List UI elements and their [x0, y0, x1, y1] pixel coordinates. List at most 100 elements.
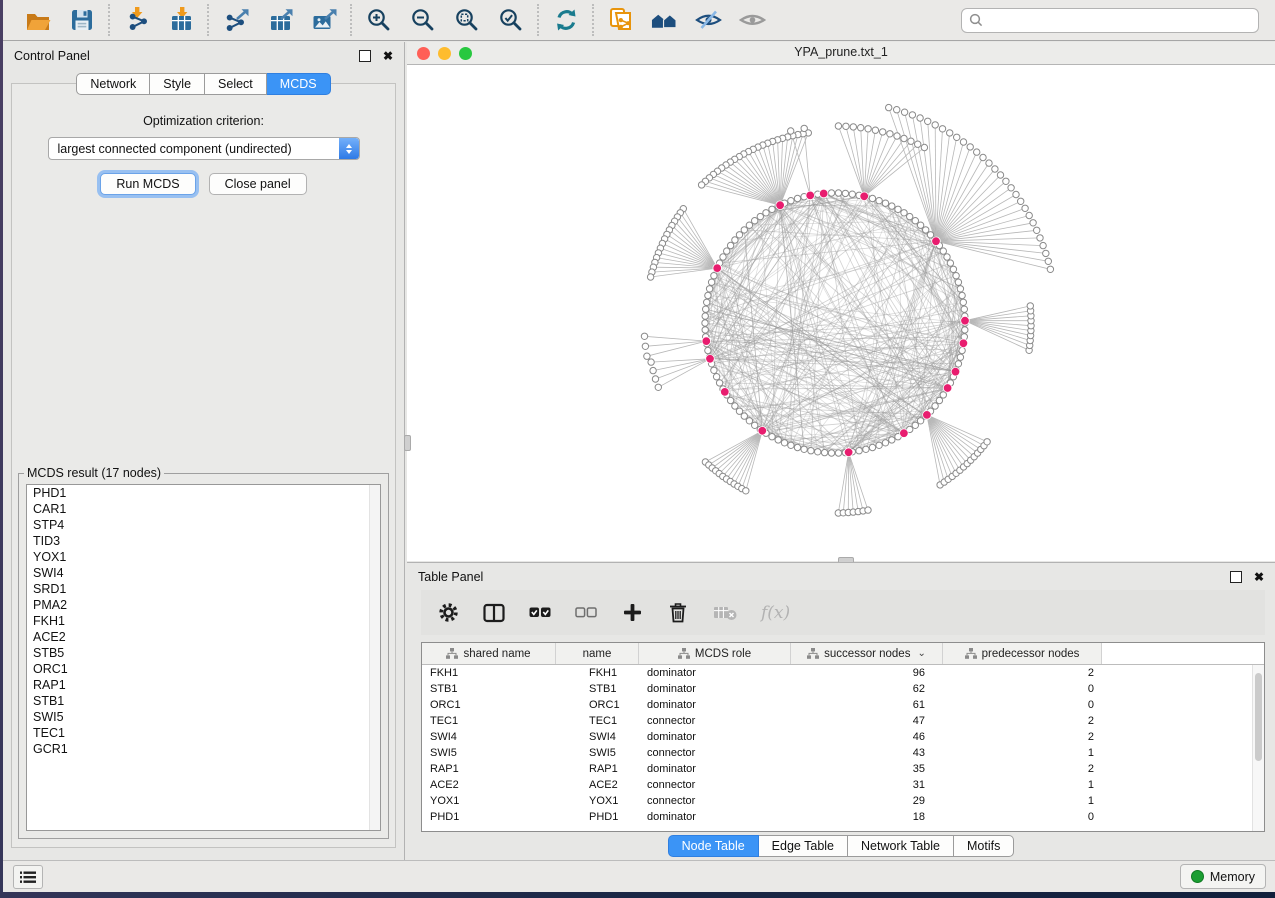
optimization-criterion-dropdown[interactable]: largest connected component (undirected)	[48, 137, 360, 160]
deselect-all-button[interactable]	[575, 601, 597, 625]
task-history-button[interactable]	[13, 865, 43, 889]
table-cell: 29	[791, 795, 943, 807]
close-table-panel-icon[interactable]: ✖	[1254, 572, 1264, 582]
search-input[interactable]	[988, 12, 1251, 28]
table-row[interactable]: PHD1PHD1dominator180	[422, 809, 1264, 825]
hide-selected-button[interactable]	[695, 7, 722, 34]
table-row[interactable]: FKH1FKH1dominator962	[422, 665, 1264, 681]
column-header[interactable]: MCDS role	[639, 643, 791, 664]
mcds-result-node[interactable]: SRD1	[27, 581, 380, 597]
import-table-button[interactable]	[167, 7, 194, 34]
export-network-icon	[223, 7, 249, 33]
search-box[interactable]	[961, 8, 1259, 33]
dropdown-selected-value: largest connected component (undirected)	[49, 142, 339, 156]
tab-edge-table[interactable]: Edge Table	[759, 835, 848, 857]
mcds-result-node[interactable]: ACE2	[27, 629, 380, 645]
network-graph[interactable]	[407, 65, 1275, 561]
mcds-result-node[interactable]: SWI4	[27, 565, 380, 581]
float-panel-icon[interactable]	[359, 50, 371, 62]
settings-button[interactable]	[437, 601, 459, 625]
refresh-button[interactable]	[552, 7, 579, 34]
mcds-result-node[interactable]: STB1	[27, 693, 380, 709]
zoom-in-button[interactable]	[365, 7, 392, 34]
split-panel-button[interactable]	[483, 601, 505, 625]
tab-select[interactable]: Select	[205, 73, 267, 95]
select-all-button[interactable]	[529, 601, 551, 625]
first-neighbors-button[interactable]	[651, 7, 678, 34]
export-image-button[interactable]	[310, 7, 337, 34]
mcds-result-list[interactable]: PHD1CAR1STP4TID3YOX1SWI4SRD1PMA2FKH1ACE2…	[26, 484, 381, 831]
delete-row-button[interactable]	[667, 601, 689, 625]
table-cell: 1	[943, 747, 1102, 759]
mcds-result-node[interactable]: FKH1	[27, 613, 380, 629]
mcds-result-node[interactable]: PMA2	[27, 597, 380, 613]
save-button[interactable]	[68, 7, 95, 34]
import-network-button[interactable]	[123, 7, 150, 34]
open-file-button[interactable]	[24, 7, 51, 34]
column-header[interactable]: name	[556, 643, 639, 664]
tab-network[interactable]: Network	[76, 73, 150, 95]
zoom-out-button[interactable]	[409, 7, 436, 34]
tab-mcds[interactable]: MCDS	[267, 73, 331, 95]
table-scrollbar-thumb[interactable]	[1255, 673, 1262, 761]
column-header[interactable]: successor nodes⌄	[791, 643, 943, 664]
import-table-icon	[168, 7, 194, 33]
table-panel-title: Table Panel	[418, 570, 483, 584]
toolbar-group	[539, 7, 592, 34]
show-all-button[interactable]	[739, 7, 766, 34]
table-row[interactable]: ACE2ACE2connector311	[422, 777, 1264, 793]
table-scrollbar[interactable]	[1252, 665, 1264, 831]
tab-style[interactable]: Style	[150, 73, 205, 95]
list-scrollbar[interactable]	[369, 485, 380, 830]
mcds-result-node[interactable]: SWI5	[27, 709, 380, 725]
splitter-handle-vertical[interactable]	[404, 435, 411, 451]
run-mcds-button[interactable]: Run MCDS	[100, 173, 195, 195]
export-table-button[interactable]	[266, 7, 293, 34]
mcds-result-node[interactable]: PHD1	[27, 485, 380, 501]
table-cell: dominator	[639, 763, 791, 775]
zoom-selected-icon	[498, 7, 524, 33]
zoom-fit-button[interactable]	[453, 7, 480, 34]
export-network-button[interactable]	[222, 7, 249, 34]
mcds-result-group: MCDS result (17 nodes) PHD1CAR1STP4TID3Y…	[18, 466, 389, 839]
column-header[interactable]: predecessor nodes	[943, 643, 1102, 664]
table-cell: 46	[791, 731, 943, 743]
table-row[interactable]: SWI4SWI4dominator462	[422, 729, 1264, 745]
mcds-result-node[interactable]: STP4	[27, 517, 380, 533]
memory-button[interactable]: Memory	[1180, 864, 1266, 889]
mcds-result-node[interactable]: TEC1	[27, 725, 380, 741]
mcds-result-node[interactable]: YOX1	[27, 549, 380, 565]
mcds-result-node[interactable]: GCR1	[27, 741, 380, 757]
mcds-result-title: MCDS result (17 nodes)	[24, 466, 164, 480]
mcds-result-node[interactable]: ORC1	[27, 661, 380, 677]
table-row[interactable]: TEC1TEC1connector472	[422, 713, 1264, 729]
close-panel-icon[interactable]: ✖	[383, 51, 393, 61]
mcds-result-node[interactable]: TID3	[27, 533, 380, 549]
table-row[interactable]: ORC1ORC1dominator610	[422, 697, 1264, 713]
mcds-result-node[interactable]: RAP1	[27, 677, 380, 693]
close-panel-button[interactable]: Close panel	[209, 173, 307, 195]
clone-network-view-button[interactable]	[607, 7, 634, 34]
add-row-button[interactable]	[621, 601, 643, 625]
column-header[interactable]: shared name	[422, 643, 556, 664]
tab-motifs[interactable]: Motifs	[954, 835, 1014, 857]
delete-row-icon	[669, 602, 687, 623]
mcds-result-node[interactable]: CAR1	[27, 501, 380, 517]
table-row[interactable]: STB1STB1dominator620	[422, 681, 1264, 697]
float-table-panel-icon[interactable]	[1230, 571, 1242, 583]
tab-network-table[interactable]: Network Table	[848, 835, 954, 857]
network-canvas[interactable]	[407, 65, 1275, 561]
first-neighbors-icon	[651, 7, 678, 33]
deselect-all-icon	[575, 607, 597, 619]
table-row[interactable]: RAP1RAP1dominator352	[422, 761, 1264, 777]
tab-node-table[interactable]: Node Table	[668, 835, 759, 857]
memory-status-icon	[1191, 870, 1204, 883]
table-row[interactable]: SWI5SWI5connector431	[422, 745, 1264, 761]
toolbar-group	[209, 7, 350, 34]
table-row[interactable]: YOX1YOX1connector291	[422, 793, 1264, 809]
network-window-titlebar[interactable]: YPA_prune.txt_1	[407, 42, 1275, 65]
zoom-selected-button[interactable]	[497, 7, 524, 34]
show-all-icon	[739, 7, 766, 33]
mcds-result-node[interactable]: STB5	[27, 645, 380, 661]
table-cell: FKH1	[422, 667, 556, 679]
